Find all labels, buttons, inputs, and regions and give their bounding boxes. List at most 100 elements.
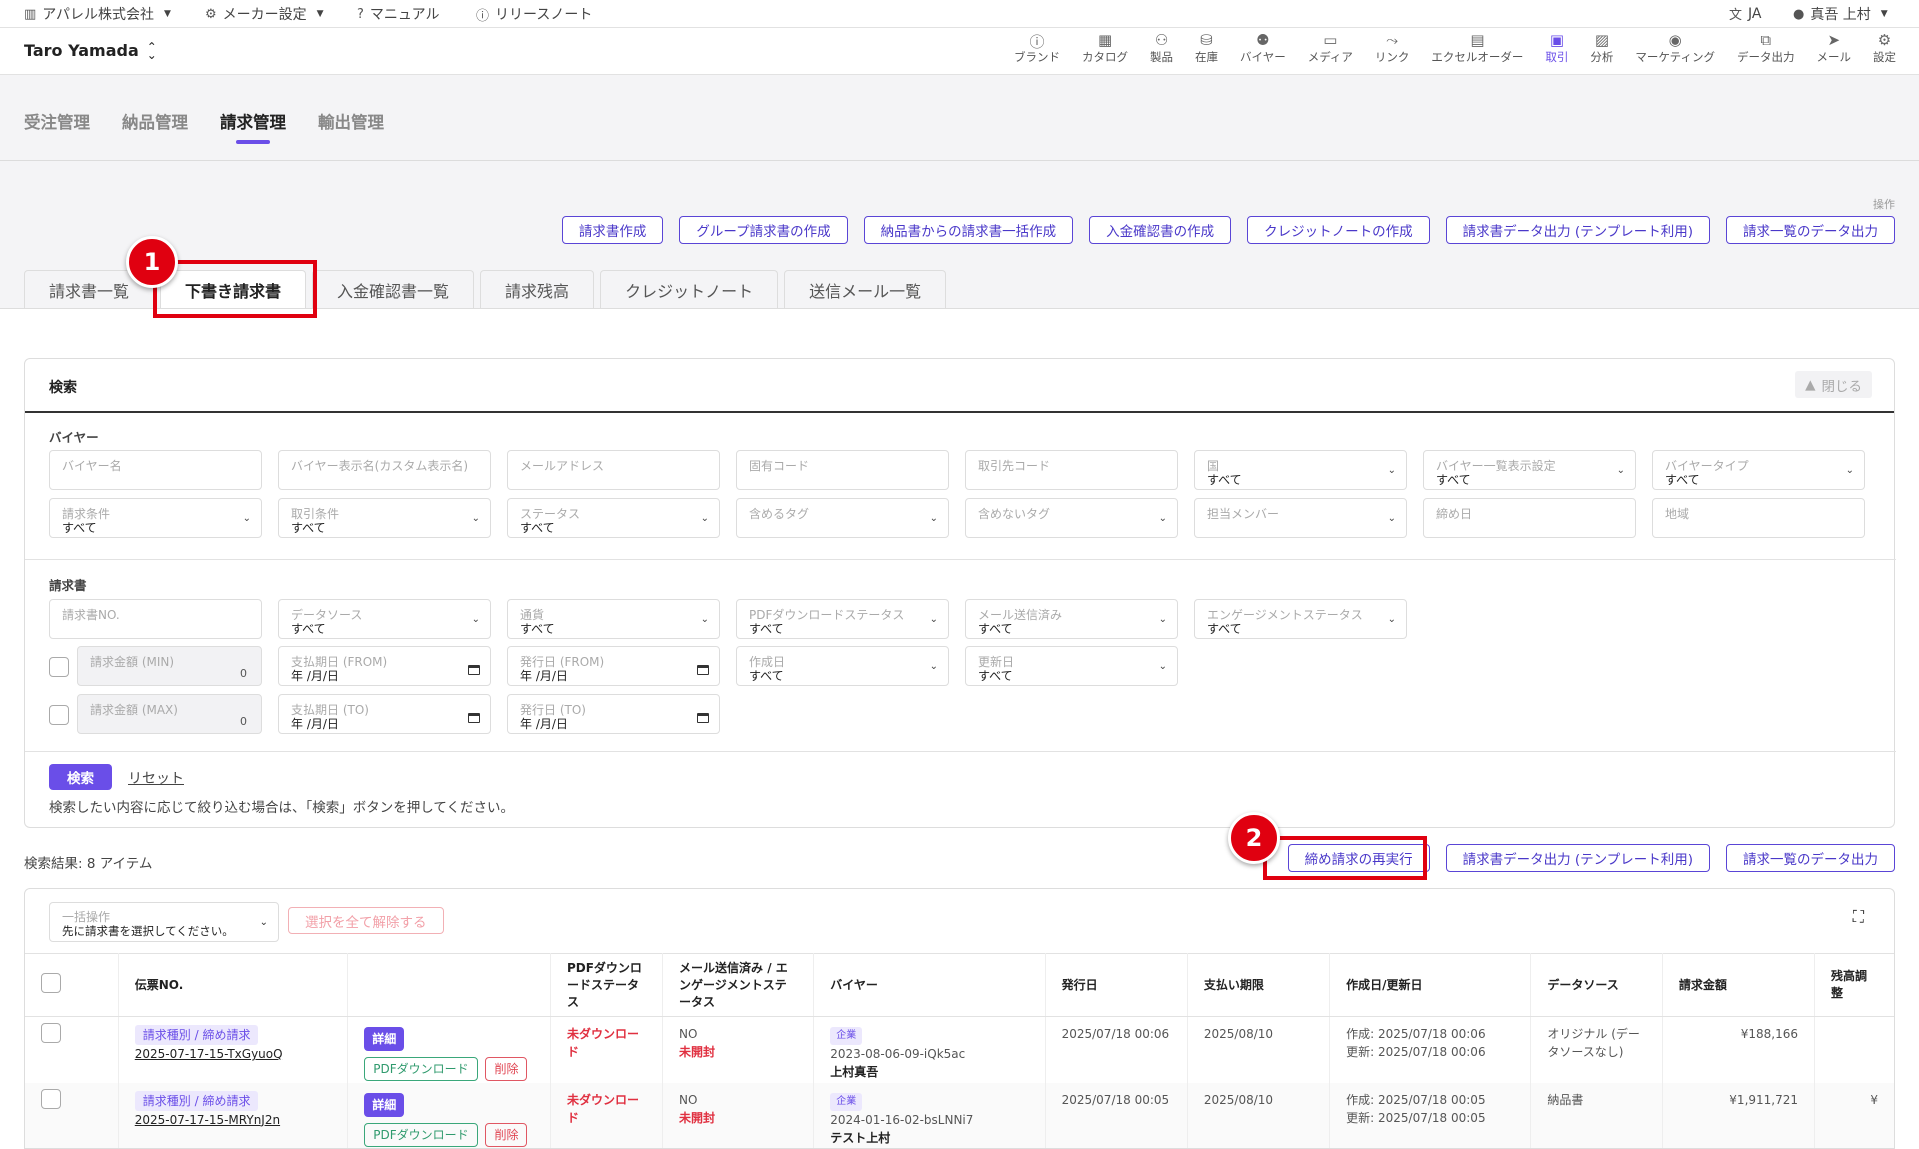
nav-catalog[interactable]: ▦ カタログ	[1071, 31, 1139, 65]
export-invoice-list-button[interactable]: 請求一覧のデータ出力	[1726, 844, 1895, 872]
nav-label: メール	[1816, 50, 1852, 64]
pdf-download-button[interactable]: PDFダウンロード	[364, 1057, 478, 1081]
tab-order-management[interactable]: 受注管理	[24, 109, 90, 133]
tab-payment-confirmations[interactable]: 入金確認書一覧	[312, 270, 475, 308]
export-invoice-template-button[interactable]: 請求書データ出力 (テンプレート利用)	[1445, 844, 1710, 872]
engagement-status-select[interactable]: エンゲージメントステータス すべて ⌄	[1194, 599, 1407, 639]
bulk-action-select[interactable]: 一括操作 先に請求書を選択してください。 ⌄	[49, 902, 279, 942]
nav-brand[interactable]: ⓘ ブランド	[1003, 31, 1071, 65]
amount-min-input[interactable]: 請求金額 (MIN) 0	[77, 646, 262, 686]
create-credit-note-button[interactable]: クレジットノートの作成	[1247, 216, 1430, 244]
created-date-select[interactable]: 作成日 すべて ⌄	[736, 646, 949, 686]
table-header-row: 伝票NO. PDFダウンロードステータス メール送信済み / エンゲージメントス…	[25, 953, 1894, 1017]
nav-excel-order[interactable]: ▤ エクセルオーダー	[1420, 31, 1534, 65]
manual-link[interactable]: ? マニュアル	[357, 4, 440, 24]
due-date-to-input[interactable]: 支払期日 (TO) 年 /月/日	[278, 694, 491, 734]
nav-media[interactable]: ▭ メディア	[1297, 31, 1364, 65]
amount-max-input[interactable]: 請求金額 (MAX) 0	[77, 694, 262, 734]
slip-link[interactable]: 2025-07-17-15-TxGyuoQ	[135, 1047, 283, 1061]
search-title: 検索	[49, 380, 77, 396]
gear-icon: ⚙	[205, 6, 217, 22]
nav-analytics[interactable]: ▨ 分析	[1579, 31, 1624, 65]
currency-select[interactable]: 通貨 すべて ⌄	[507, 599, 720, 639]
calendar-icon[interactable]	[697, 665, 709, 675]
tab-invoice-balance[interactable]: 請求残高	[480, 270, 595, 308]
delete-button[interactable]: 削除	[485, 1057, 528, 1081]
export-invoice-template-button[interactable]: 請求書データ出力 (テンプレート利用)	[1445, 216, 1710, 244]
nav-transaction[interactable]: ▣ 取引	[1534, 31, 1579, 65]
deselect-all-button[interactable]: 選択を全て解除する	[288, 907, 444, 934]
nav-data-export[interactable]: ⧉ データ出力	[1726, 31, 1806, 65]
collapse-search-button[interactable]: ▲ 閉じる	[1795, 371, 1872, 398]
create-payment-confirmation-button[interactable]: 入金確認書の作成	[1089, 216, 1232, 244]
delete-button[interactable]: 削除	[485, 1122, 528, 1147]
pdf-download-status-select[interactable]: PDFダウンロードステータス すべて ⌄	[736, 599, 949, 639]
pdf-download-button[interactable]: PDFダウンロード	[364, 1122, 478, 1147]
buyer-display-name-input[interactable]: バイヤー表示名(カスタム表示名)	[278, 450, 491, 490]
status-select[interactable]: ステータス すべて ⌄	[507, 498, 720, 538]
search-button[interactable]: 検索	[49, 764, 112, 790]
nav-product[interactable]: ⚇ 製品	[1139, 31, 1184, 65]
buyer-list-display-select[interactable]: バイヤー一覧表示設定 すべて ⌄	[1423, 450, 1636, 490]
issue-date-to-input[interactable]: 発行日 (TO) 年 /月/日	[507, 694, 720, 734]
nav-buyer[interactable]: ⚉ バイヤー	[1229, 31, 1297, 65]
tab-invoice-management[interactable]: 請求管理	[220, 109, 286, 144]
trade-condition-select[interactable]: 取引条件 すべて ⌄	[278, 498, 491, 538]
calendar-icon[interactable]	[468, 665, 480, 675]
country-select[interactable]: 国すべて ⌄	[1194, 450, 1407, 490]
export-invoice-list-button[interactable]: 請求一覧のデータ出力	[1726, 216, 1895, 244]
amount-min-checkbox[interactable]	[49, 657, 69, 677]
closing-date-input[interactable]: 締め日	[1423, 498, 1636, 538]
fullscreen-icon[interactable]: ⛶	[1853, 907, 1864, 927]
detail-button[interactable]: 詳細	[364, 1027, 405, 1051]
slip-link[interactable]: 2025-07-17-15-MRYnJ2n	[135, 1113, 280, 1127]
release-notes-link[interactable]: ⓘ リリースノート	[476, 4, 592, 24]
buyer-type-select[interactable]: バイヤータイプ すべて ⌄	[1652, 450, 1865, 490]
billing-condition-select[interactable]: 請求条件 すべて ⌄	[49, 498, 262, 538]
region-input[interactable]: 地域	[1652, 498, 1865, 538]
nav-settings[interactable]: ⚙ 設定	[1862, 31, 1907, 65]
email-input[interactable]: メールアドレス	[507, 450, 720, 490]
nav-inventory[interactable]: ⛁ 在庫	[1184, 31, 1229, 65]
manual-label: マニュアル	[369, 7, 440, 23]
calendar-icon[interactable]	[697, 713, 709, 723]
detail-button[interactable]: 詳細	[364, 1092, 405, 1117]
maker-settings-menu[interactable]: ⚙ メーカー設定 ▼	[205, 4, 324, 24]
due-date-from-input[interactable]: 支払期日 (FROM) 年 /月/日	[278, 646, 491, 686]
reset-link[interactable]: リセット	[128, 768, 184, 788]
data-source-select[interactable]: データソース すべて ⌄	[278, 599, 491, 639]
nav-link[interactable]: ⤳ リンク	[1364, 31, 1421, 65]
tab-credit-notes[interactable]: クレジットノート	[600, 270, 779, 308]
language-switcher[interactable]: 文 JA	[1729, 4, 1761, 24]
tab-delivery-management[interactable]: 納品管理	[122, 109, 188, 133]
issue-date-from-input[interactable]: 発行日 (FROM) 年 /月/日	[507, 646, 720, 686]
assigned-member-select[interactable]: 担当メンバー ⌄	[1194, 498, 1407, 538]
partner-code-input[interactable]: 取引先コード	[965, 450, 1178, 490]
exclude-tags-select[interactable]: 含めないタグ ⌄	[965, 498, 1178, 538]
create-group-invoice-button[interactable]: グループ請求書の作成	[679, 216, 848, 244]
unique-code-input[interactable]: 固有コード	[736, 450, 949, 490]
include-tags-select[interactable]: 含めるタグ ⌄	[736, 498, 949, 538]
nav-marketing[interactable]: ◉ マーケティング	[1624, 31, 1726, 65]
amount-max-checkbox[interactable]	[49, 705, 69, 725]
col-adjustment: 残高調整	[1814, 953, 1894, 1017]
buyer-name-input[interactable]: バイヤー名	[49, 450, 262, 490]
bulk-create-from-delivery-button[interactable]: 納品書からの請求書一括作成	[863, 216, 1074, 244]
company-switcher[interactable]: ▥ アパレル株式会社 ▼	[24, 4, 171, 24]
user-menu[interactable]: ● 真吾 上村 ▼	[1793, 4, 1888, 24]
mail-sent-select[interactable]: メール送信済み すべて ⌄	[965, 599, 1178, 639]
tab-sent-emails[interactable]: 送信メール一覧	[784, 270, 947, 308]
operations-label: 操作	[1873, 198, 1895, 211]
invoice-no-input[interactable]: 請求書NO.	[49, 599, 262, 639]
account-switcher[interactable]: Taro Yamada ⌃ ⌄	[24, 41, 157, 61]
create-invoice-button[interactable]: 請求書作成	[561, 216, 664, 244]
calendar-icon[interactable]	[468, 713, 480, 723]
row-checkbox[interactable]	[41, 1023, 61, 1043]
nav-label: メディア	[1307, 50, 1353, 64]
select-all-checkbox[interactable]	[41, 972, 61, 993]
updated-date-select[interactable]: 更新日 すべて ⌄	[965, 646, 1178, 686]
company-name: アパレル株式会社	[42, 7, 155, 23]
nav-mail[interactable]: ➤ メール	[1806, 31, 1863, 65]
row-checkbox[interactable]	[41, 1088, 61, 1109]
tab-export-management[interactable]: 輸出管理	[318, 109, 384, 133]
